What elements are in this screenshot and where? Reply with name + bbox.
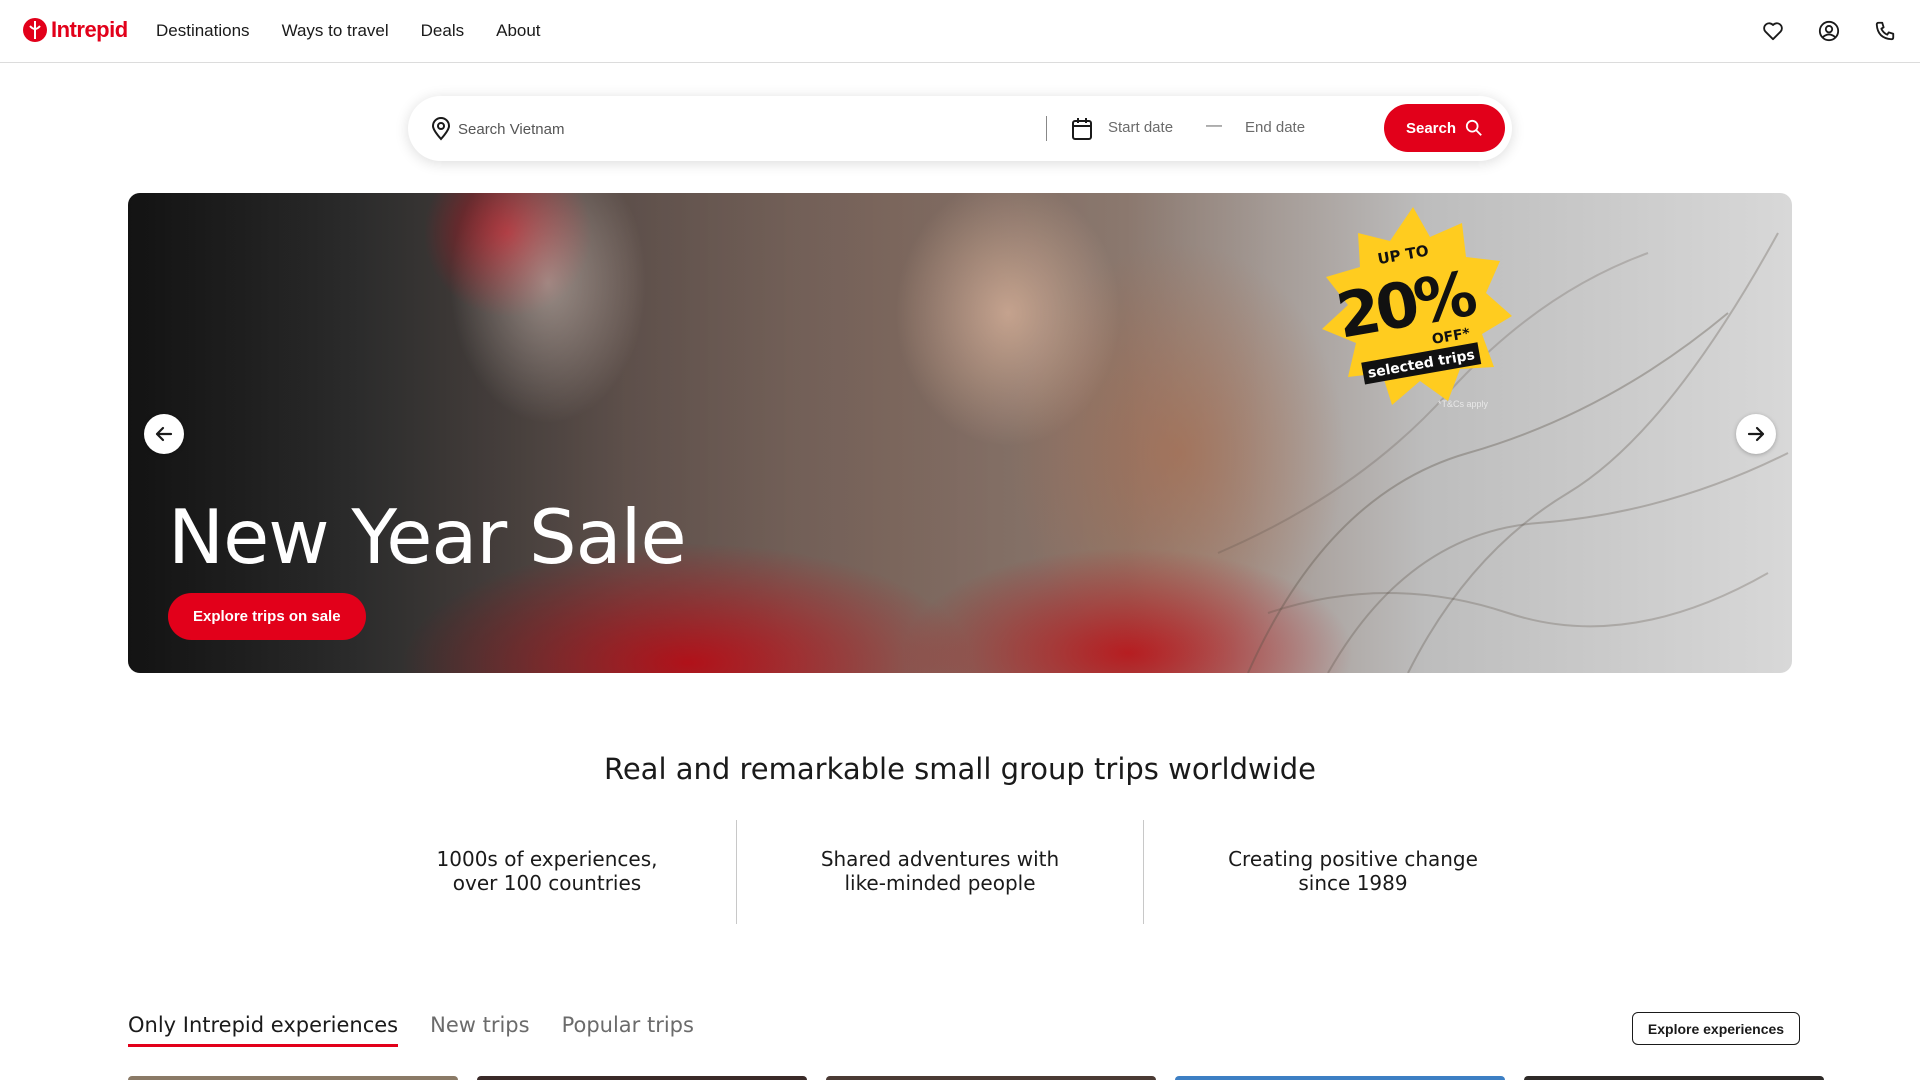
feature-line: since 1989 <box>1298 871 1408 895</box>
nav-deals[interactable]: Deals <box>421 21 464 41</box>
account-icon[interactable] <box>1816 18 1842 44</box>
tagline: Real and remarkable small group trips wo… <box>603 752 1317 786</box>
feature-divider <box>736 820 737 924</box>
feature-line: like-minded people <box>844 871 1036 895</box>
header-actions <box>1760 18 1898 44</box>
explore-sale-button[interactable]: Explore trips on sale <box>168 593 366 640</box>
site-header: Intrepid Destinations Ways to travel Dea… <box>0 0 1920 63</box>
nav-about[interactable]: About <box>496 21 540 41</box>
search-divider <box>1046 116 1047 141</box>
end-date-field[interactable]: End date <box>1245 119 1305 136</box>
trip-card[interactable] <box>826 1076 1156 1080</box>
arrow-left-icon <box>155 426 173 442</box>
feature-experiences: 1000s of experiences, over 100 countries <box>387 847 707 895</box>
feature-line: 1000s of experiences, <box>436 847 658 871</box>
search-icon <box>1465 119 1482 136</box>
main-nav: Destinations Ways to travel Deals About <box>156 0 541 62</box>
search-button-label: Search <box>1405 119 1457 137</box>
trip-search-bar: Start date — End date Search <box>408 96 1512 161</box>
hero-banner[interactable]: UP TO 20% OFF* selected trips *T&Cs appl… <box>128 193 1792 673</box>
hero-prev-button[interactable] <box>144 414 184 454</box>
trip-card[interactable] <box>477 1076 807 1080</box>
feature-shared-adventures: Shared adventures with like-minded peopl… <box>780 847 1100 895</box>
sale-badge: UP TO 20% OFF* selected trips <box>1322 207 1512 405</box>
start-date-field[interactable]: Start date <box>1108 119 1173 136</box>
tab-popular-trips[interactable]: Popular trips <box>562 1013 694 1047</box>
hero-next-button[interactable] <box>1736 414 1776 454</box>
location-pin-icon <box>431 117 451 141</box>
date-range-dash: — <box>1206 117 1222 134</box>
feature-line: Shared adventures with <box>820 847 1060 871</box>
intrepid-logo[interactable]: Intrepid <box>22 17 128 43</box>
terms-note: *T&Cs apply <box>1438 399 1489 409</box>
nav-ways-to-travel[interactable]: Ways to travel <box>282 21 389 41</box>
feature-line: over 100 countries <box>452 871 642 895</box>
feature-line: Creating positive change <box>1228 847 1478 871</box>
trip-card[interactable] <box>1175 1076 1505 1080</box>
destination-search-input[interactable] <box>458 116 1038 142</box>
trip-card[interactable] <box>1524 1076 1824 1080</box>
phone-icon[interactable] <box>1872 18 1898 44</box>
intrepid-logo-icon <box>23 18 47 42</box>
arrow-right-icon <box>1747 426 1765 442</box>
feature-divider <box>1143 820 1144 924</box>
trip-tabs: Only Intrepid experiences New trips Popu… <box>128 1013 694 1047</box>
calendar-icon[interactable] <box>1071 117 1093 141</box>
hero-title: New Year Sale <box>168 493 687 581</box>
features-row: 1000s of experiences, over 100 countries… <box>0 820 1920 924</box>
explore-experiences-button[interactable]: Explore experiences <box>1632 1012 1800 1045</box>
search-button[interactable]: Search <box>1384 104 1505 152</box>
nav-destinations[interactable]: Destinations <box>156 21 250 41</box>
trip-card[interactable] <box>128 1076 458 1080</box>
tab-only-intrepid[interactable]: Only Intrepid experiences <box>128 1013 399 1047</box>
tab-new-trips[interactable]: New trips <box>430 1013 529 1047</box>
feature-positive-change: Creating positive change since 1989 <box>1193 847 1513 895</box>
heart-icon[interactable] <box>1760 18 1786 44</box>
brand-name: Intrepid <box>51 17 128 42</box>
